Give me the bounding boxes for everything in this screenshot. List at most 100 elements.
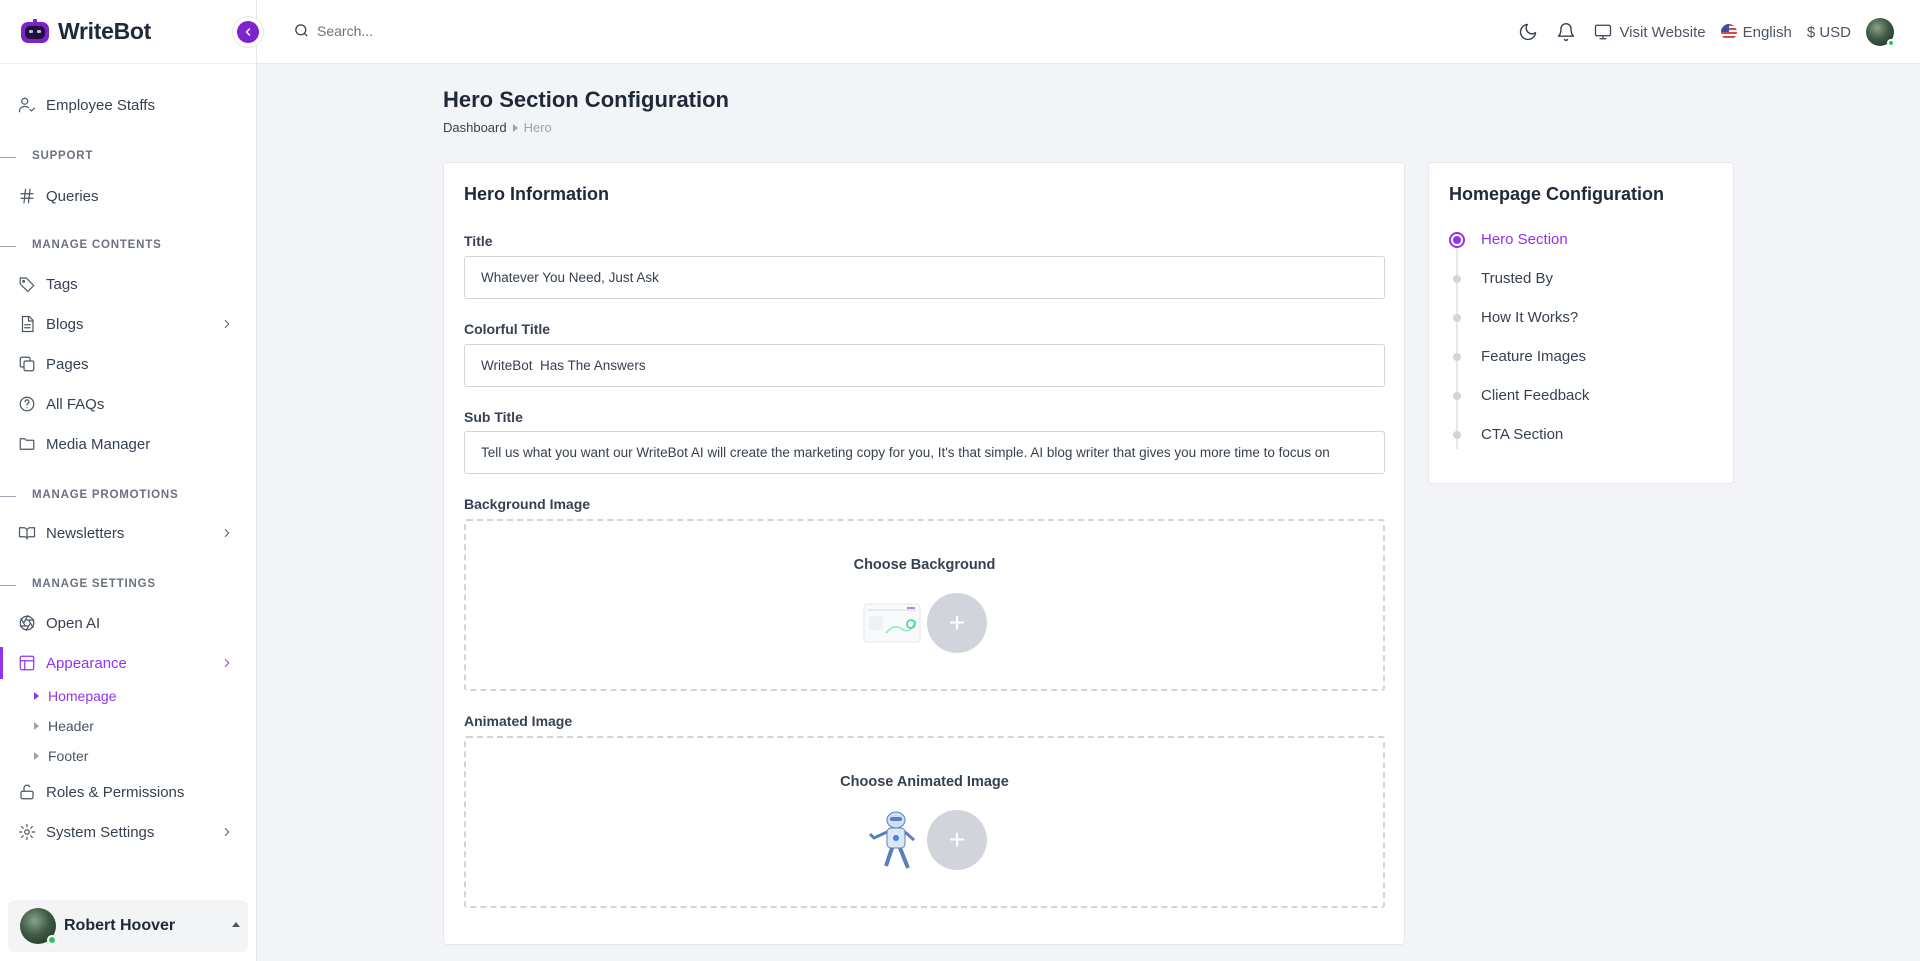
sidebar-collapse-button[interactable] [232, 16, 264, 48]
sidebar-item-label: Appearance [46, 654, 127, 672]
sidebar-item-media-manager[interactable]: Media Manager [0, 424, 256, 464]
card-title: Homepage Configuration [1449, 184, 1664, 204]
step-label: Hero Section [1481, 231, 1568, 248]
breadcrumb: Dashboard Hero [443, 120, 552, 135]
step-dot-icon [1453, 352, 1461, 361]
step-dot-icon [1453, 313, 1461, 322]
step-label: How It Works? [1481, 309, 1579, 326]
step-dot-icon [1453, 391, 1461, 400]
aperture-icon [19, 614, 35, 632]
search-input[interactable] [317, 22, 517, 39]
step-feature-images[interactable]: Feature Images [1449, 348, 1586, 365]
sidebar-item-label: All FAQs [46, 395, 105, 413]
animated-image-label: Animated Image [464, 713, 573, 729]
gear-icon [18, 823, 36, 841]
step-label: Feature Images [1481, 348, 1587, 365]
currency-selector[interactable]: $ USD [1807, 24, 1851, 41]
sidebar-subitem-homepage[interactable]: Homepage [34, 688, 117, 704]
book-open-icon [18, 527, 36, 540]
sidebar-item-label: Media Manager [46, 435, 151, 453]
visit-website-link[interactable]: Visit Website [1594, 23, 1706, 41]
section-heading-manage-settings: MANAGE SETTINGS [0, 578, 156, 590]
copy-icon [19, 356, 35, 372]
bell-icon[interactable] [1556, 22, 1576, 42]
step-cta-section[interactable]: CTA Section [1449, 426, 1563, 443]
caret-right-icon [34, 752, 39, 760]
visit-website-label: Visit Website [1619, 23, 1706, 41]
add-background-button[interactable]: + [927, 593, 987, 653]
step-dot-icon [1453, 430, 1461, 439]
choose-animated-image-label: Choose Animated Image [840, 774, 1009, 790]
sidebar-subitem-label: Header [48, 718, 94, 734]
online-status-dot [47, 935, 57, 945]
step-hero-section[interactable]: Hero Section [1449, 231, 1568, 248]
chevron-right-icon [224, 828, 230, 836]
breadcrumb-current: Hero [523, 120, 552, 135]
background-image-label: Background Image [464, 496, 591, 512]
sidebar-item-newsletters[interactable]: Newsletters [0, 513, 256, 553]
layout-icon [19, 655, 35, 671]
sidebar-item-blogs[interactable]: Blogs [0, 304, 256, 344]
step-client-feedback[interactable]: Client Feedback [1449, 387, 1589, 404]
sidebar-item-open-ai[interactable]: Open AI [0, 603, 256, 643]
sub-title-label: Sub Title [464, 409, 523, 425]
add-animated-image-button[interactable]: + [927, 810, 987, 870]
brand-name: WriteBot [58, 18, 152, 44]
step-trusted-by[interactable]: Trusted By [1449, 270, 1553, 287]
sidebar-item-pages[interactable]: Pages [0, 344, 256, 384]
robot-animated-preview-image [868, 811, 915, 869]
step-dot-icon [1453, 274, 1461, 283]
title-input[interactable] [464, 256, 1385, 299]
colorful-title-input[interactable] [464, 344, 1385, 387]
sidebar-item-label: Tags [46, 275, 78, 293]
sidebar-item-label: Newsletters [46, 524, 125, 542]
topbar-avatar[interactable] [1866, 18, 1895, 47]
sidebar: WriteBot Employee Staffs SUPPORT Queries… [0, 0, 257, 961]
sidebar-item-tags[interactable]: Tags [0, 264, 256, 304]
sub-title-input[interactable] [464, 431, 1385, 474]
chevron-right-icon [224, 529, 230, 537]
chevron-right-icon [224, 320, 230, 328]
moon-icon[interactable] [1518, 22, 1538, 42]
us-flag-icon [1720, 24, 1737, 40]
breadcrumb-separator-icon [512, 123, 518, 132]
step-label: Client Feedback [1481, 387, 1590, 404]
hash-icon [20, 188, 34, 204]
sidebar-item-employee-staffs[interactable]: Employee Staffs [0, 85, 256, 125]
avatar [20, 908, 57, 945]
chevron-left-icon [245, 28, 251, 36]
title-label: Title [464, 233, 493, 249]
language-selector[interactable]: English [1720, 24, 1792, 41]
user-menu[interactable]: Robert Hoover [8, 900, 248, 952]
background-image-dropzone[interactable]: Choose Background + [464, 519, 1385, 691]
sidebar-item-all-faqs[interactable]: All FAQs [0, 384, 256, 424]
sidebar-item-queries[interactable]: Queries [0, 176, 256, 216]
breadcrumb-dashboard-link[interactable]: Dashboard [443, 120, 507, 135]
brand[interactable]: WriteBot [0, 0, 256, 64]
plus-icon: + [948, 607, 966, 638]
plus-icon: + [948, 824, 966, 855]
sidebar-item-appearance[interactable]: Appearance [0, 643, 256, 683]
radio-active-icon [1449, 231, 1465, 248]
section-heading-manage-promotions: MANAGE PROMOTIONS [0, 489, 179, 501]
document-icon [21, 315, 34, 333]
search-bar[interactable] [293, 22, 517, 39]
sidebar-subitem-footer[interactable]: Footer [34, 748, 88, 764]
topbar-actions: Visit Website English $ USD [1518, 0, 1920, 64]
step-how-it-works[interactable]: How It Works? [1449, 309, 1578, 326]
sidebar-item-roles-permissions[interactable]: Roles & Permissions [0, 772, 256, 812]
animated-image-dropzone[interactable]: Choose Animated Image + [464, 736, 1385, 908]
background-preview-thumbnail [863, 603, 921, 643]
search-icon [295, 24, 308, 37]
caret-up-icon [232, 922, 240, 927]
caret-right-icon [34, 692, 39, 700]
folder-icon [19, 438, 35, 450]
help-circle-icon [19, 396, 35, 412]
sidebar-subitem-header[interactable]: Header [34, 718, 94, 734]
sidebar-item-system-settings[interactable]: System Settings [0, 812, 256, 852]
robot-logo-icon [21, 18, 49, 43]
sidebar-item-label: Queries [46, 187, 99, 205]
choose-background-label: Choose Background [853, 557, 996, 573]
currency-label: $ USD [1806, 23, 1851, 41]
homepage-configuration-card: Homepage Configuration Hero Section Trus… [1428, 162, 1734, 484]
